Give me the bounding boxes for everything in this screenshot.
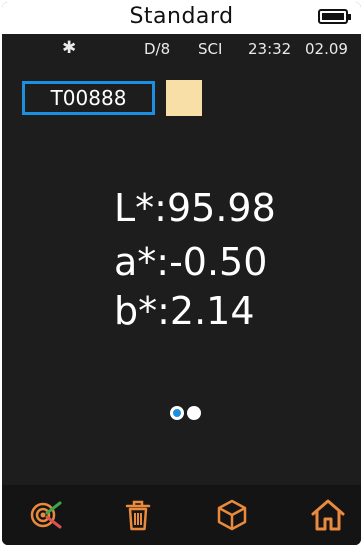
reading-a: a*:-0.50 (114, 240, 268, 284)
battery-nub (348, 14, 351, 20)
battery-level (322, 13, 344, 20)
device-screen: Standard ✱ D/8 SCI 23:32 02.09 T00888 L*… (2, 2, 361, 545)
home-icon (311, 499, 345, 531)
cube-icon (217, 499, 247, 531)
bluetooth-icon: ✱ (62, 38, 77, 58)
clock-date: 02.09 (305, 40, 348, 58)
measure-button[interactable] (15, 485, 75, 545)
reading-l: L*:95.98 (114, 186, 276, 230)
title-bar: Standard (2, 2, 361, 34)
specular-mode: SCI (198, 40, 223, 58)
page-indicator-2[interactable] (187, 406, 201, 420)
model-button[interactable] (202, 485, 262, 545)
measure-mode: D/8 (144, 40, 171, 58)
page-indicator-1[interactable] (170, 406, 184, 420)
target-measure-icon (30, 501, 62, 529)
trash-icon (125, 500, 151, 531)
bottom-nav (2, 485, 361, 545)
delete-button[interactable] (108, 485, 168, 545)
reading-b: b*:2.14 (114, 289, 255, 333)
page-title: Standard (129, 4, 234, 29)
home-button[interactable] (298, 485, 358, 545)
sample-id-field[interactable]: T00888 (22, 81, 155, 115)
clock-time: 23:32 (248, 40, 292, 58)
battery-icon (318, 9, 351, 24)
color-swatch (166, 80, 202, 116)
